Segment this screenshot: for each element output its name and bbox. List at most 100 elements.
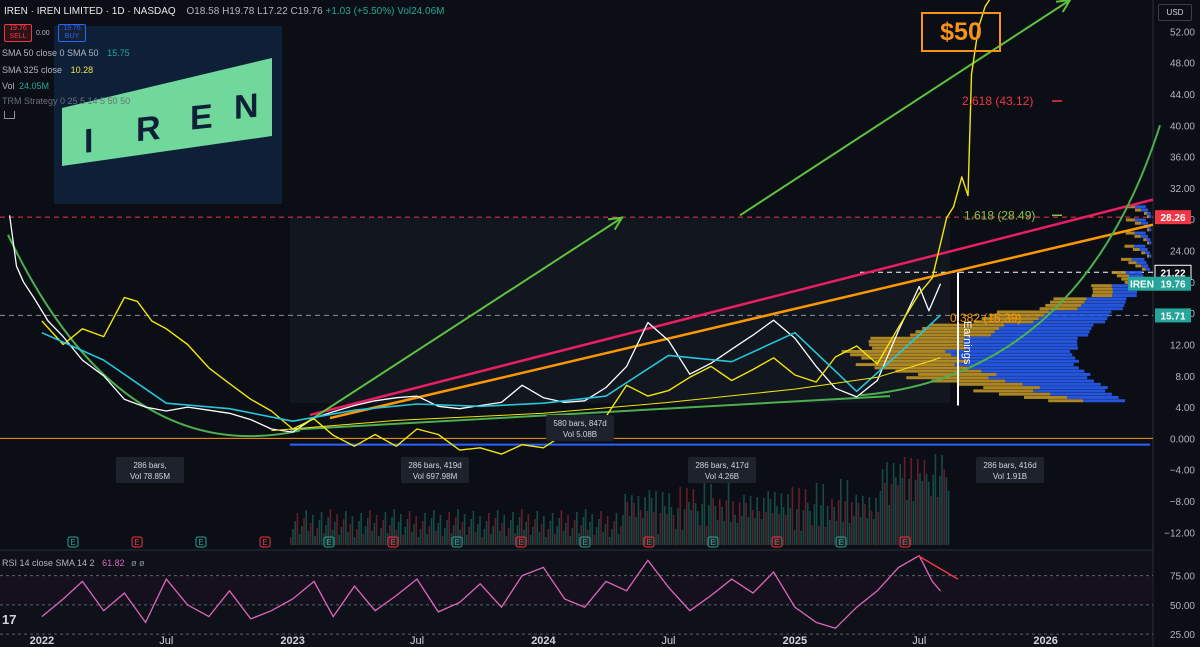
volume-bar [360,513,362,545]
rsi-band [0,575,1153,605]
volume-bar [290,537,292,545]
indicator-trm-strategy[interactable]: TRM Strategy 0 25 5 14 5 50 50 [2,96,130,106]
volume-bar [615,513,618,545]
volume-bar [382,520,384,545]
volume-bar [851,502,853,545]
volume-bar [723,521,725,545]
volume-bar [877,512,879,545]
volume-profile-bar [1066,395,1119,399]
volume-profile-bar [869,343,964,347]
volume-bar [736,523,739,545]
indicator-label: Vol [2,81,15,91]
volume-bar [604,524,607,545]
x-tick-label: 2022 [30,635,54,647]
volume-bar [602,532,604,545]
volume-bar [485,521,488,545]
x-tick-label: 2023 [280,635,304,647]
range-label-text: Vol 4.26B [705,472,739,481]
volume-profile-bar [922,326,1000,330]
sell-button[interactable]: 19.76 SELL [4,24,32,42]
volume-bar [532,527,534,545]
volume-profile-bar [1140,208,1149,212]
volume-bar [875,498,877,545]
collapse-legend-icon[interactable] [4,111,15,119]
volume-profile-bar [841,349,946,353]
volume-bar [873,519,875,545]
volume-bar [947,491,950,545]
tradingview-logo-icon[interactable]: 17 [2,612,16,627]
volume-bar [474,532,477,545]
volume-bar [727,479,730,545]
x-tick-label: Jul [410,635,424,647]
x-tick-label: 2024 [531,635,556,647]
volume-profile-bar [1033,320,1106,324]
volume-bar [534,519,536,545]
buy-button[interactable]: 19.76 BUY [58,24,86,42]
volume-profile-bar [1134,205,1146,209]
svg-text:R: R [136,109,161,149]
volume-profile-bar [868,340,964,344]
volume-profile-bar [1131,257,1145,261]
volume-profile-bar [958,356,1076,360]
volume-bar [857,503,860,545]
volume-profile-bar [1147,241,1149,245]
y-tick-label: 36.00 [1170,153,1195,164]
volume-profile-bar [1134,218,1146,222]
volume-profile-bar [1145,251,1150,255]
volume-bar [824,527,827,545]
volume-bar [934,454,937,545]
volume-bar [529,535,532,545]
price-target-callout: $50 [921,12,1001,52]
volume-bar [725,500,728,545]
volume-bar [477,524,479,545]
volume-bar [756,497,758,545]
volume-bar [886,462,888,545]
indicator-sma50[interactable]: SMA 50 close 0 SMA 50 15.75 [2,48,130,58]
earnings-event-label: E [902,538,907,547]
volume-bar [488,513,490,545]
volume-bar [752,510,754,545]
volume-bar [512,512,514,545]
volume-bar [494,518,497,545]
volume-bar [692,489,695,545]
volume-profile-bar [1146,211,1151,215]
volume-bar [296,513,299,545]
volume-bar [831,499,833,545]
volume-bar [624,494,626,545]
volume-bar [741,516,743,545]
volume-bar [545,537,547,545]
volume-bar [595,527,598,545]
earnings-event-label: E [518,538,523,547]
volume-profile-bar [957,382,1023,386]
volume-bar [472,511,475,545]
indicator-label: TRM Strategy 0 25 5 14 5 50 50 [2,96,131,106]
volume-bar [642,518,644,545]
volume-profile-bar [1112,290,1137,294]
volume-bar [901,478,904,545]
volume-bar [677,508,679,545]
volume-bar [554,534,556,545]
range-label-text: Vol 1.91B [993,472,1027,481]
indicator-value: 24.05M [19,81,50,91]
volume-bar [567,515,569,545]
symbol-title[interactable]: IREN · IREN LIMITED · 1D · NASDAQ [4,6,176,17]
indicator-sma325[interactable]: SMA 325 close 10.28 [2,65,93,75]
volume-profile-bar [1143,211,1147,215]
volume-profile-bar [1134,231,1146,235]
currency-selector[interactable]: USD [1158,4,1192,21]
rsi-legend[interactable]: RSI 14 close SMA 14 2 61.82 ø ø [2,558,145,568]
volume-bar [536,511,538,545]
volume-bar [362,534,365,545]
volume-profile-bar [1147,215,1149,219]
buy-price: 19.76 [63,25,81,32]
volume-bar [932,475,934,545]
volume-bar [549,521,552,545]
volume-profile-bar [1140,221,1149,225]
volume-profile-bar [1147,254,1149,258]
volume-bar [864,504,866,545]
volume-bar [745,503,747,545]
volume-profile-bar [1112,294,1137,298]
volume-profile-bar [1149,254,1152,258]
volume-bar [833,507,835,545]
indicator-volume[interactable]: Vol 24.05M [2,81,49,91]
